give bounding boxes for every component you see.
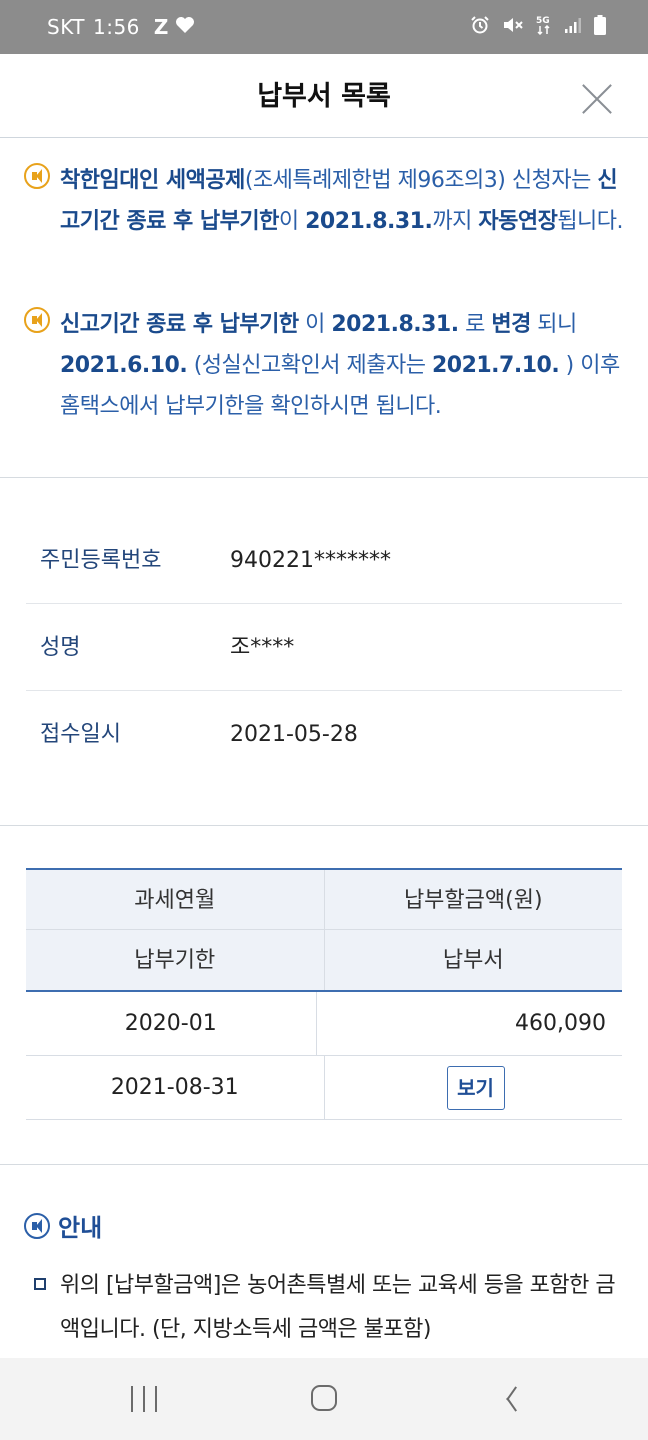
notice-emphasis: 자동연장 bbox=[478, 209, 558, 234]
divider bbox=[0, 1164, 648, 1165]
info-value: 조**** bbox=[230, 635, 295, 660]
table-row: 2020-01 460,090 bbox=[26, 992, 622, 1056]
speaker-icon bbox=[24, 307, 50, 333]
tax-period-cell: 2020-01 bbox=[26, 992, 317, 1055]
notice-item: 신고기간 종료 후 납부기한 이 2021.8.31. 로 변경 되니 2021… bbox=[24, 304, 624, 427]
home-icon[interactable] bbox=[311, 1385, 337, 1411]
page-title: 납부서 목록 bbox=[257, 81, 391, 112]
notice-emphasis: 신고기간 종료 후 납부기한 bbox=[60, 312, 299, 337]
back-icon[interactable] bbox=[498, 1384, 516, 1412]
carrier-label: SKT bbox=[47, 15, 85, 39]
status-left: SKT 1:56 Z bbox=[47, 0, 195, 54]
info-row-received-date: 접수일시 2021-05-28 bbox=[26, 692, 622, 778]
table-row: 2021-08-31 보기 bbox=[26, 1056, 622, 1120]
info-row-name: 성명 조**** bbox=[26, 605, 622, 691]
notice-segment: (조세특례제한법 제96조의3) 신청자는 bbox=[244, 168, 598, 193]
info-label: 성명 bbox=[40, 635, 81, 660]
network-5g-label: 5G bbox=[536, 16, 550, 26]
info-label: 접수일시 bbox=[40, 722, 121, 747]
notice-emphasis: 2021.8.31. bbox=[305, 209, 433, 234]
notice-emphasis: 착한임대인 세액공제 bbox=[60, 168, 245, 193]
network-5g-icon: 5G bbox=[536, 14, 552, 40]
header-tax-period: 과세연월 bbox=[26, 870, 325, 929]
mute-icon bbox=[502, 15, 524, 39]
signal-icon bbox=[564, 16, 582, 38]
guide-item: 위의 [납부할금액]은 농어촌특별세 또는 교육세 등을 포함한 금액입니다. … bbox=[34, 1264, 624, 1352]
guide-heading: 안내 bbox=[24, 1208, 102, 1243]
info-label: 주민등록번호 bbox=[40, 548, 162, 573]
notice-emphasis: 변경 bbox=[491, 312, 531, 337]
header-due-date: 납부기한 bbox=[26, 930, 325, 990]
bill-cell: 보기 bbox=[325, 1056, 623, 1119]
guide-title: 안내 bbox=[58, 1214, 103, 1242]
speaker-icon bbox=[24, 1212, 50, 1239]
due-date-cell: 2021-08-31 bbox=[26, 1056, 325, 1119]
status-right: 5G bbox=[470, 0, 606, 54]
header-bill: 납부서 bbox=[442, 948, 504, 973]
z-notification-icon: Z bbox=[153, 15, 169, 39]
notice-emphasis: 2021.7.10. bbox=[431, 353, 560, 378]
notice-segment: (성실신고확인서 제출자는 bbox=[187, 353, 432, 378]
table-header-row: 납부기한 납부서 bbox=[26, 930, 622, 992]
notice-segment: 됩니다. bbox=[557, 209, 624, 234]
info-value: 940221******* bbox=[230, 548, 391, 573]
speaker-icon bbox=[24, 163, 50, 189]
info-value: 2021-05-28 bbox=[230, 722, 358, 747]
clock: 1:56 bbox=[92, 15, 140, 39]
notice-segment: 로 bbox=[458, 312, 492, 337]
notice-emphasis: 2021.6.10. bbox=[60, 353, 188, 378]
notice-segment: 되니 bbox=[530, 312, 577, 337]
info-row-resident-number: 주민등록번호 940221******* bbox=[26, 518, 622, 604]
alarm-icon bbox=[470, 15, 490, 39]
taxpayer-info: 주민등록번호 940221******* 성명 조**** 접수일시 2021-… bbox=[0, 478, 648, 826]
notice-segment: 이 bbox=[298, 312, 332, 337]
status-bar: SKT 1:56 Z 5G bbox=[0, 0, 648, 54]
table-header-row: 과세연월 납부할금액(원) bbox=[26, 868, 622, 930]
amount-cell: 460,090 bbox=[515, 1011, 606, 1036]
system-navbar bbox=[0, 1358, 648, 1440]
payment-table: 과세연월 납부할금액(원) 납부기한 납부서 2020-01 460,090 2… bbox=[26, 868, 622, 1120]
notice-section: 착한임대인 세액공제(조세특례제한법 제96조의3) 신청자는 신고기간 종료 … bbox=[0, 138, 648, 478]
notice-item: 착한임대인 세액공제(조세특례제한법 제96조의3) 신청자는 신고기간 종료 … bbox=[24, 160, 624, 242]
view-bill-button[interactable]: 보기 bbox=[446, 1066, 505, 1110]
close-button[interactable] bbox=[582, 84, 612, 114]
battery-icon bbox=[594, 15, 606, 39]
notice-segment: 이 bbox=[278, 209, 306, 234]
page-header: 납부서 목록 bbox=[0, 54, 648, 138]
notice-text: 착한임대인 세액공제(조세특례제한법 제96조의3) 신청자는 신고기간 종료 … bbox=[60, 160, 624, 242]
recent-apps-icon[interactable] bbox=[131, 1386, 157, 1412]
notice-text: 신고기간 종료 후 납부기한 이 2021.8.31. 로 변경 되니 2021… bbox=[60, 304, 624, 427]
notice-segment: 까지 bbox=[432, 209, 479, 234]
square-bullet-icon bbox=[34, 1278, 46, 1290]
header-amount: 납부할금액(원) bbox=[403, 888, 543, 913]
guide-text: 위의 [납부할금액]은 농어촌특별세 또는 교육세 등을 포함한 금액입니다. … bbox=[60, 1273, 616, 1342]
notice-emphasis: 2021.8.31. bbox=[331, 312, 459, 337]
heart-icon bbox=[175, 15, 195, 39]
